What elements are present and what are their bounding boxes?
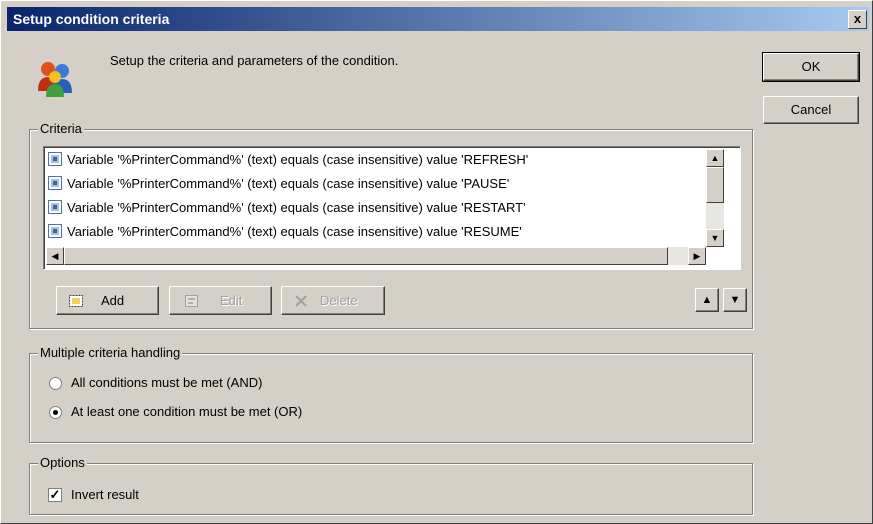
options-group-label: Options <box>38 455 87 470</box>
scroll-up-button[interactable]: ▲ <box>706 149 724 167</box>
multiple-criteria-group-label: Multiple criteria handling <box>38 345 183 360</box>
delete-button[interactable]: Delete <box>281 286 385 315</box>
criteria-item-icon <box>48 152 62 166</box>
move-down-button[interactable]: ▼ <box>723 288 747 312</box>
radio-and[interactable] <box>49 377 62 390</box>
add-button-label: Add <box>101 293 125 308</box>
horizontal-scroll-thumb[interactable] <box>64 247 668 265</box>
scroll-down-button[interactable]: ▼ <box>706 229 724 247</box>
list-item[interactable]: Variable '%PrinterCommand%' (text) equal… <box>48 197 526 219</box>
edit-button-label: Edit <box>220 293 243 308</box>
list-item[interactable]: Variable '%PrinterCommand%' (text) equal… <box>48 173 509 195</box>
move-down-icon: ▼ <box>729 294 741 306</box>
move-up-icon: ▲ <box>701 294 713 306</box>
radio-or[interactable] <box>49 406 62 419</box>
move-up-button[interactable]: ▲ <box>695 288 719 312</box>
dialog: Setup condition criteria x Setup the cri… <box>0 0 873 524</box>
invert-result-label[interactable]: Invert result <box>71 487 139 502</box>
delete-button-label: Delete <box>320 293 358 308</box>
edit-button[interactable]: Edit <box>169 286 272 315</box>
close-button[interactable]: x <box>848 10 867 29</box>
vertical-scroll-thumb[interactable] <box>706 167 724 203</box>
list-item-text: Variable '%PrinterCommand%' (text) equal… <box>67 176 510 191</box>
invert-result-checkbox[interactable]: ✓ <box>48 488 62 502</box>
add-icon <box>69 295 83 307</box>
title-bar[interactable]: Setup condition criteria x <box>7 7 869 31</box>
list-item[interactable]: Variable '%PrinterCommand%' (text) equal… <box>48 221 522 243</box>
vertical-scrollbar[interactable]: ▲ ▼ <box>706 149 724 247</box>
list-item-text: Variable '%PrinterCommand%' (text) equal… <box>67 152 529 167</box>
horizontal-scrollbar[interactable]: ◀ ▶ <box>46 247 706 265</box>
multiple-criteria-group: Multiple criteria handling <box>29 345 753 443</box>
edit-icon <box>185 295 198 307</box>
list-item-text: Variable '%PrinterCommand%' (text) equal… <box>67 224 522 239</box>
criteria-item-icon <box>48 224 62 238</box>
delete-icon <box>295 295 307 307</box>
criteria-item-icon <box>48 176 62 190</box>
add-button[interactable]: Add <box>56 286 159 315</box>
criteria-item-icon <box>48 200 62 214</box>
scroll-left-button[interactable]: ◀ <box>46 247 64 265</box>
window-title: Setup condition criteria <box>13 11 170 27</box>
scroll-right-button[interactable]: ▶ <box>688 247 706 265</box>
cancel-button[interactable]: Cancel <box>763 96 859 124</box>
ok-button[interactable]: OK <box>762 52 860 82</box>
list-item-text: Variable '%PrinterCommand%' (text) equal… <box>67 200 526 215</box>
criteria-group-label: Criteria <box>38 121 84 136</box>
radio-or-label[interactable]: At least one condition must be met (OR) <box>71 404 302 419</box>
users-icon <box>38 62 72 97</box>
radio-and-label[interactable]: All conditions must be met (AND) <box>71 375 262 390</box>
list-item[interactable]: Variable '%PrinterCommand%' (text) equal… <box>48 149 528 171</box>
criteria-list[interactable]: Variable '%PrinterCommand%' (text) equal… <box>43 146 741 270</box>
description-text: Setup the criteria and parameters of the… <box>110 53 399 68</box>
